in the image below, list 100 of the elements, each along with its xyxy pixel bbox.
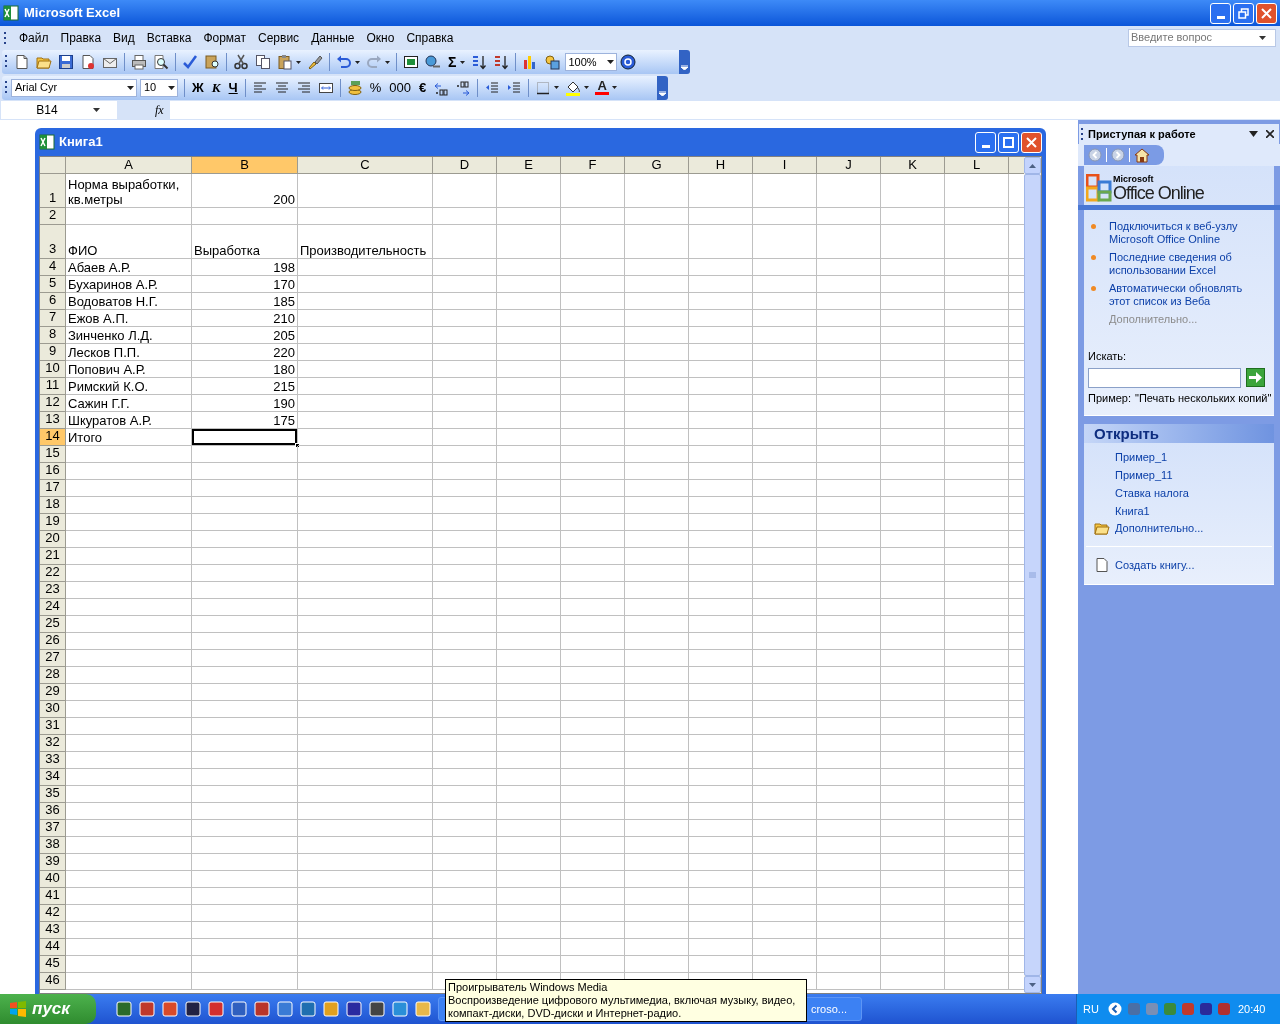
column-header[interactable]: A [66,157,192,174]
euro-button[interactable]: € [419,77,427,98]
brush-icon[interactable] [307,54,323,70]
caret-icon[interactable] [385,60,390,64]
dropdown-arrow-icon[interactable] [168,85,175,90]
row-header[interactable]: 20 [40,531,66,548]
row-header[interactable]: 3 [40,225,66,259]
program-icon[interactable] [392,1001,408,1017]
help-search-field[interactable]: Введите вопрос [1128,28,1276,47]
menu-item[interactable]: Правка [54,28,108,47]
folder-icon[interactable] [36,54,52,70]
row-header[interactable]: 40 [40,871,66,888]
sheet-icon[interactable] [403,54,419,70]
fill-handle[interactable] [295,443,300,448]
dropdown-arrow-icon[interactable] [1259,35,1267,40]
underline-button[interactable]: Ч [228,77,238,98]
insert-function-button[interactable]: fx [155,101,169,119]
thousands-button[interactable]: 000 [389,77,411,98]
menu-item[interactable]: Вставка [140,28,198,47]
menu-item[interactable]: Окно [360,28,401,47]
align-right-icon[interactable] [295,79,312,96]
row-header[interactable]: 37 [40,820,66,837]
caret-icon[interactable] [296,60,301,64]
row-header[interactable]: 34 [40,769,66,786]
zoom-combo[interactable]: 100% [565,53,618,71]
close-button[interactable] [1256,2,1277,24]
program-icon[interactable] [277,1001,293,1017]
column-header[interactable]: F [561,157,625,174]
row-header[interactable]: 38 [40,837,66,854]
row-header[interactable]: 22 [40,565,66,582]
program-icon[interactable] [116,1001,132,1017]
row-header[interactable]: 23 [40,582,66,599]
column-header[interactable]: I [753,157,817,174]
program-icon[interactable] [162,1001,178,1017]
align-left-icon[interactable] [251,79,268,96]
program-icon[interactable] [369,1001,385,1017]
align-center-icon[interactable] [273,79,290,96]
row-header[interactable]: 36 [40,803,66,820]
row-header[interactable]: 35 [40,786,66,803]
row-header[interactable]: 17 [40,480,66,497]
grip-icon[interactable] [1081,127,1084,141]
column-header[interactable]: D [433,157,497,174]
decrease-indent-icon[interactable] [484,79,501,96]
spelling-check-icon[interactable] [182,54,198,70]
dropdown-arrow-icon[interactable] [127,85,134,90]
link[interactable]: Дополнительно... [1115,519,1204,536]
scroll-up-button[interactable] [1024,157,1041,174]
active-cell[interactable] [192,429,298,446]
autosum-button[interactable]: Σ [448,51,457,73]
column-header[interactable]: C [298,157,433,174]
row-header[interactable]: 1 [40,174,66,208]
italic-button[interactable]: К [211,77,221,98]
printer-icon[interactable] [131,54,147,70]
forward-icon[interactable] [1111,148,1125,162]
decrease-decimal-icon[interactable] [455,79,472,96]
row-header[interactable]: 19 [40,514,66,531]
menu-item[interactable]: Данные [305,28,361,47]
minimize-button[interactable] [1210,2,1231,24]
link[interactable]: Последние сведения об использовании Excel [1109,251,1260,277]
column-header[interactable]: E [497,157,561,174]
link[interactable]: Создать книгу... [1115,557,1195,574]
row-header[interactable]: 8 [40,327,66,344]
percent-button[interactable]: % [369,77,382,98]
program-icon[interactable] [323,1001,339,1017]
row-header[interactable]: 6 [40,293,66,310]
caret-icon[interactable] [612,86,618,89]
row-header[interactable]: 41 [40,888,66,905]
sort-ascending-icon[interactable] [471,54,488,70]
column-header[interactable]: B [192,157,298,174]
grip-icon[interactable] [5,79,8,96]
toolbar-options-button[interactable] [657,75,668,100]
restore-button[interactable] [1233,2,1254,24]
program-icon[interactable] [185,1001,201,1017]
tray-icon[interactable] [1198,1002,1213,1016]
program-icon[interactable] [300,1001,316,1017]
scissors-icon[interactable] [233,54,249,70]
caret-icon[interactable] [355,60,360,64]
book-icon[interactable] [204,54,220,70]
row-header[interactable]: 18 [40,497,66,514]
program-icon[interactable] [254,1001,270,1017]
bold-button[interactable]: Ж [192,77,204,98]
clipboard-icon[interactable] [277,54,293,70]
home-icon[interactable] [1134,147,1150,163]
row-header[interactable]: 9 [40,344,66,361]
new-document-icon[interactable] [14,54,30,70]
row-header[interactable]: 4 [40,259,66,276]
menu-item[interactable]: Формат [197,28,253,47]
font-size-combo[interactable]: 10 [140,78,178,97]
row-header[interactable]: 25 [40,616,66,633]
font-combo[interactable]: Arial Cyr [11,78,137,97]
row-header[interactable]: 2 [40,208,66,225]
menu-item[interactable]: Справка [400,28,460,47]
row-header[interactable]: 28 [40,667,66,684]
row-header[interactable]: 5 [40,276,66,293]
font-color-button[interactable]: A [595,80,610,95]
row-header[interactable]: 12 [40,395,66,412]
row-header[interactable]: 16 [40,463,66,480]
undo-icon[interactable] [336,54,352,70]
file-link[interactable]: Пример_1 [1115,450,1274,464]
grip-icon[interactable] [4,30,7,45]
